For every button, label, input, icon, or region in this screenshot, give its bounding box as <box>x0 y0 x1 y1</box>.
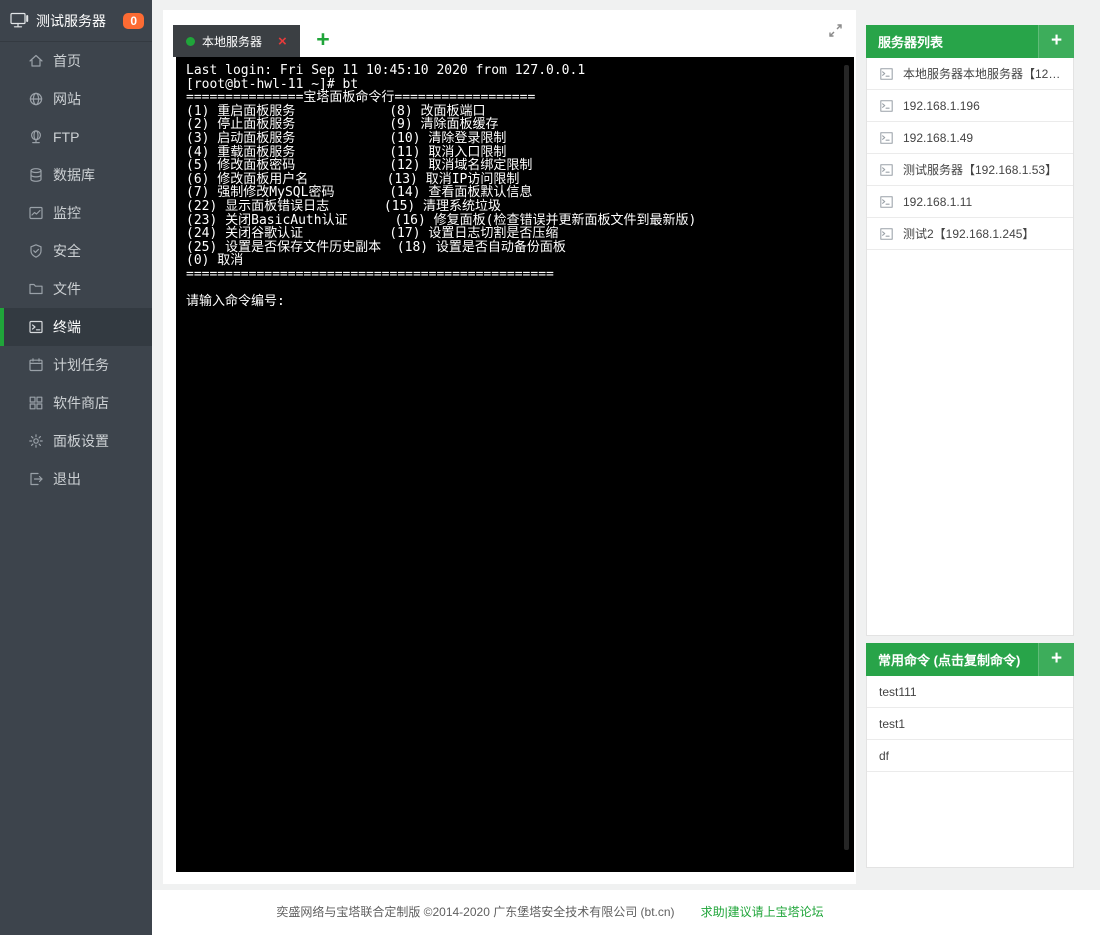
gear-icon <box>28 433 44 449</box>
terminal-scrollbar[interactable] <box>844 65 849 850</box>
terminal-icon <box>879 227 894 241</box>
new-terminal-button[interactable]: + <box>310 26 336 54</box>
terminal-icon <box>879 99 894 113</box>
sidebar-item-cron[interactable]: 计划任务 <box>0 346 152 384</box>
expand-icon[interactable] <box>827 22 844 39</box>
grid-icon <box>28 395 44 411</box>
command-item[interactable]: df <box>867 740 1073 772</box>
terminal-card: 本地服务器 × + Last login: Fri Sep 11 10:45:1… <box>163 10 856 884</box>
sidebar-item-files[interactable]: 文件 <box>0 270 152 308</box>
forum-link[interactable]: 求助|建议请上宝塔论坛 <box>701 905 824 919</box>
sidebar-item-settings[interactable]: 面板设置 <box>0 422 152 460</box>
sidebar-item-home[interactable]: 首页 <box>0 42 152 80</box>
globe-icon <box>28 91 44 107</box>
sidebar-item-ftp[interactable]: FTP <box>0 118 152 156</box>
sidebar-item-terminal[interactable]: 终端 <box>0 308 152 346</box>
logout-icon <box>28 471 44 487</box>
sidebar-item-logout[interactable]: 退出 <box>0 460 152 498</box>
server-item[interactable]: 192.168.1.11 <box>867 186 1073 218</box>
home-icon <box>28 53 44 69</box>
server-item[interactable]: 测试服务器【192.168.1.53】 <box>867 154 1073 186</box>
ftp-icon <box>28 129 44 145</box>
server-item[interactable]: 192.168.1.49 <box>867 122 1073 154</box>
sidebar-item-monitor[interactable]: 监控 <box>0 194 152 232</box>
database-icon <box>28 167 44 183</box>
sidebar: 测试服务器 0 首页 网站 FTP 数据库 监控 安全 文件 终端 计划任务 软… <box>0 0 152 935</box>
calendar-icon <box>28 357 44 373</box>
shield-icon <box>28 243 44 259</box>
common-commands-panel: 常用命令 (点击复制命令) + test111 test1 df <box>866 643 1074 868</box>
close-tab-icon[interactable]: × <box>278 34 287 49</box>
monitor-icon <box>10 12 29 29</box>
sidebar-item-database[interactable]: 数据库 <box>0 156 152 194</box>
terminal-icon <box>879 195 894 209</box>
server-list-title: 服务器列表 <box>866 32 943 51</box>
current-server-title: 测试服务器 <box>36 11 106 31</box>
add-server-button[interactable]: + <box>1038 25 1074 58</box>
sidebar-item-website[interactable]: 网站 <box>0 80 152 118</box>
add-command-button[interactable]: + <box>1038 643 1074 676</box>
server-item[interactable]: 本地服务器本地服务器【127.0.0.... <box>867 58 1073 90</box>
copyright-text: 奕盛网络与宝塔联合定制版 ©2014-2020 广东堡塔安全技术有限公司 (bt… <box>276 905 674 919</box>
footer: 奕盛网络与宝塔联合定制版 ©2014-2020 广东堡塔安全技术有限公司 (bt… <box>0 890 1100 935</box>
terminal-icon <box>28 319 44 335</box>
terminal-icon <box>879 163 894 177</box>
terminal-icon <box>879 131 894 145</box>
server-list-header: 服务器列表 + <box>866 25 1074 58</box>
server-item[interactable]: 测试2【192.168.1.245】 <box>867 218 1073 250</box>
server-item[interactable]: 192.168.1.196 <box>867 90 1073 122</box>
folder-icon <box>28 281 44 297</box>
terminal-screen[interactable]: Last login: Fri Sep 11 10:45:10 2020 fro… <box>176 57 854 872</box>
server-list-panel: 服务器列表 + 本地服务器本地服务器【127.0.0.... 192.168.1… <box>866 25 1074 636</box>
terminal-icon <box>879 67 894 81</box>
notification-badge[interactable]: 0 <box>123 13 144 29</box>
sidebar-item-appstore[interactable]: 软件商店 <box>0 384 152 422</box>
sidebar-item-security[interactable]: 安全 <box>0 232 152 270</box>
terminal-output: Last login: Fri Sep 11 10:45:10 2020 fro… <box>176 57 854 316</box>
command-item[interactable]: test111 <box>867 676 1073 708</box>
chart-monitor-icon <box>28 205 44 221</box>
tab-label: 本地服务器 <box>202 33 262 50</box>
common-commands-header: 常用命令 (点击复制命令) + <box>866 643 1074 676</box>
server-switcher[interactable]: 测试服务器 0 <box>0 0 152 42</box>
terminal-tab-bar: 本地服务器 × + <box>163 10 856 57</box>
common-commands-title: 常用命令 (点击复制命令) <box>866 650 1020 669</box>
command-item[interactable]: test1 <box>867 708 1073 740</box>
tab-local-server[interactable]: 本地服务器 × <box>173 25 300 57</box>
status-dot-icon <box>186 37 195 46</box>
